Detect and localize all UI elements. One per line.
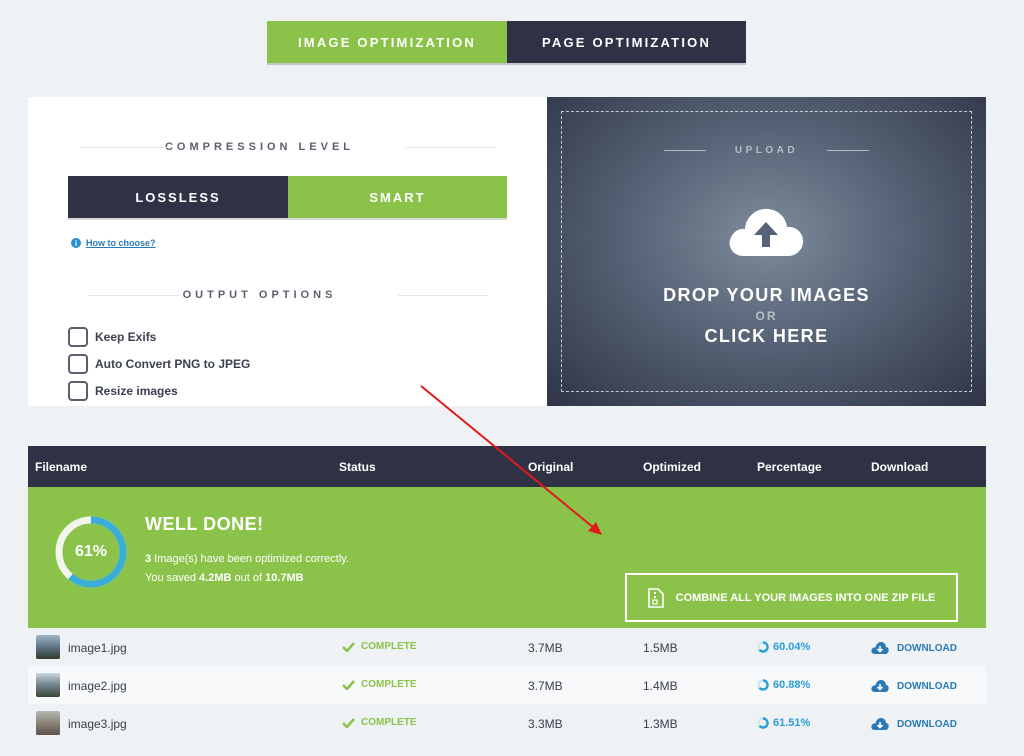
col-original: Original [528,460,574,474]
total-amount: 10.7MB [265,572,304,584]
cloud-download-icon [871,718,889,730]
checkbox-label: Keep Exifs [95,330,157,344]
keep-exifs-checkbox[interactable]: Keep Exifs [68,327,156,347]
mini-progress-icon [757,717,769,729]
upload-dropzone[interactable]: UPLOAD DROP YOUR IMAGES OR CLICK HERE [547,97,986,406]
check-icon [342,679,355,690]
check-icon [342,641,355,652]
row-percentage-label: 60.04% [773,641,811,653]
mini-progress-icon [757,641,769,653]
saved-amount: 4.2MB [199,572,232,584]
col-status: Status [339,460,376,474]
divider [398,295,488,296]
output-options-label: OUTPUT OPTIONS [182,289,337,301]
combine-zip-label: COMBINE ALL YOUR IMAGES INTO ONE ZIP FIL… [675,591,936,604]
saved-prefix: You saved [145,572,200,584]
row-original: 3.7MB [528,679,563,693]
table-row: image3.jpg COMPLETE 3.3MB 1.3MB 61.51% D… [28,704,986,742]
or-text: OR [755,309,778,323]
optimized-count-label: Image(s) have been optimized correctly. [151,553,350,565]
download-label: DOWNLOAD [897,718,957,730]
well-done-title: WELL DONE! [145,514,264,534]
row-status-label: COMPLETE [361,679,417,690]
row-percentage-label: 61.51% [773,717,811,729]
compression-toggle: LOSSLESS SMART [68,176,507,218]
row-percentage-label: 60.88% [773,679,811,691]
download-button[interactable]: DOWNLOAD [871,717,957,731]
divider [827,150,869,151]
summary-banner: 61% WELL DONE! 3 Image(s) have been opti… [28,487,986,628]
row-original: 3.7MB [528,641,563,655]
table-row: image1.jpg COMPLETE 3.7MB 1.5MB 60.04% D… [28,628,986,666]
download-label: DOWNLOAD [897,642,957,654]
image-thumbnail [36,673,60,697]
checkbox-box[interactable] [68,381,88,401]
row-percentage: 61.51% [757,717,810,729]
col-percentage: Percentage [757,460,822,474]
row-status-label: COMPLETE [361,641,417,652]
click-here-text: CLICK HERE [704,326,829,346]
cloud-download-icon [871,680,889,692]
row-status: COMPLETE [342,641,417,652]
col-optimized: Optimized [643,460,702,474]
checkbox-label: Auto Convert PNG to JPEG [95,357,251,371]
row-filename: image3.jpg [68,717,127,731]
check-icon [342,717,355,728]
upload-label: UPLOAD [734,145,799,156]
download-label: DOWNLOAD [897,680,957,692]
download-button[interactable]: DOWNLOAD [871,679,957,693]
divider [405,147,495,148]
mini-progress-icon [757,679,769,691]
checkbox-box[interactable] [68,327,88,347]
row-percentage: 60.04% [757,641,810,653]
how-to-choose-link[interactable]: How to choose? [86,238,156,248]
table-header: Filename Status Original Optimized Perce… [28,446,986,487]
checkbox-label: Resize images [95,384,178,398]
results-table: Filename Status Original Optimized Perce… [28,446,986,742]
table-row: image2.jpg COMPLETE 3.7MB 1.4MB 60.88% D… [28,666,986,704]
tab-page-optimization[interactable]: PAGE OPTIMIZATION [507,21,746,63]
lossless-button[interactable]: LOSSLESS [68,176,288,218]
divider [664,150,706,151]
info-icon: i [71,238,81,248]
row-filename: image1.jpg [68,641,127,655]
mode-tabs: IMAGE OPTIMIZATION PAGE OPTIMIZATION [267,21,746,63]
smart-button[interactable]: SMART [288,176,507,218]
compression-level-heading: COMPRESSION LEVEL [0,141,519,153]
how-to-choose: i How to choose? [71,238,156,248]
cloud-upload-icon [729,208,804,256]
upload-heading: UPLOAD [547,145,986,156]
saved-text: You saved 4.2MB out of 10.7MB [145,572,304,584]
checkbox-box[interactable] [68,354,88,374]
combine-zip-button[interactable]: COMBINE ALL YOUR IMAGES INTO ONE ZIP FIL… [625,573,958,622]
col-filename: Filename [35,460,88,474]
image-thumbnail [36,711,60,735]
progress-percent: 61% [74,543,108,560]
drop-images-text: DROP YOUR IMAGES [663,285,870,305]
row-filename: image2.jpg [68,679,127,693]
row-optimized: 1.4MB [643,679,678,693]
zip-file-icon [647,587,664,608]
col-download: Download [871,460,929,474]
row-original: 3.3MB [528,717,563,731]
auto-convert-checkbox[interactable]: Auto Convert PNG to JPEG [68,354,250,374]
output-options-heading: OUTPUT OPTIONS [0,289,519,301]
image-thumbnail [36,635,60,659]
cloud-download-icon [871,642,889,654]
saved-mid: out of [231,572,266,584]
row-optimized: 1.5MB [643,641,678,655]
download-button[interactable]: DOWNLOAD [871,641,957,655]
optimized-count-text: 3 Image(s) have been optimized correctly… [145,553,349,565]
row-optimized: 1.3MB [643,717,678,731]
divider [80,147,168,148]
compression-level-label: COMPRESSION LEVEL [164,141,355,153]
row-percentage: 60.88% [757,679,810,691]
row-status: COMPLETE [342,717,417,728]
resize-images-checkbox[interactable]: Resize images [68,381,178,401]
row-status: COMPLETE [342,679,417,690]
tab-image-optimization[interactable]: IMAGE OPTIMIZATION [267,21,507,63]
progress-ring: 61% [55,516,127,588]
divider [88,295,180,296]
row-status-label: COMPLETE [361,717,417,728]
